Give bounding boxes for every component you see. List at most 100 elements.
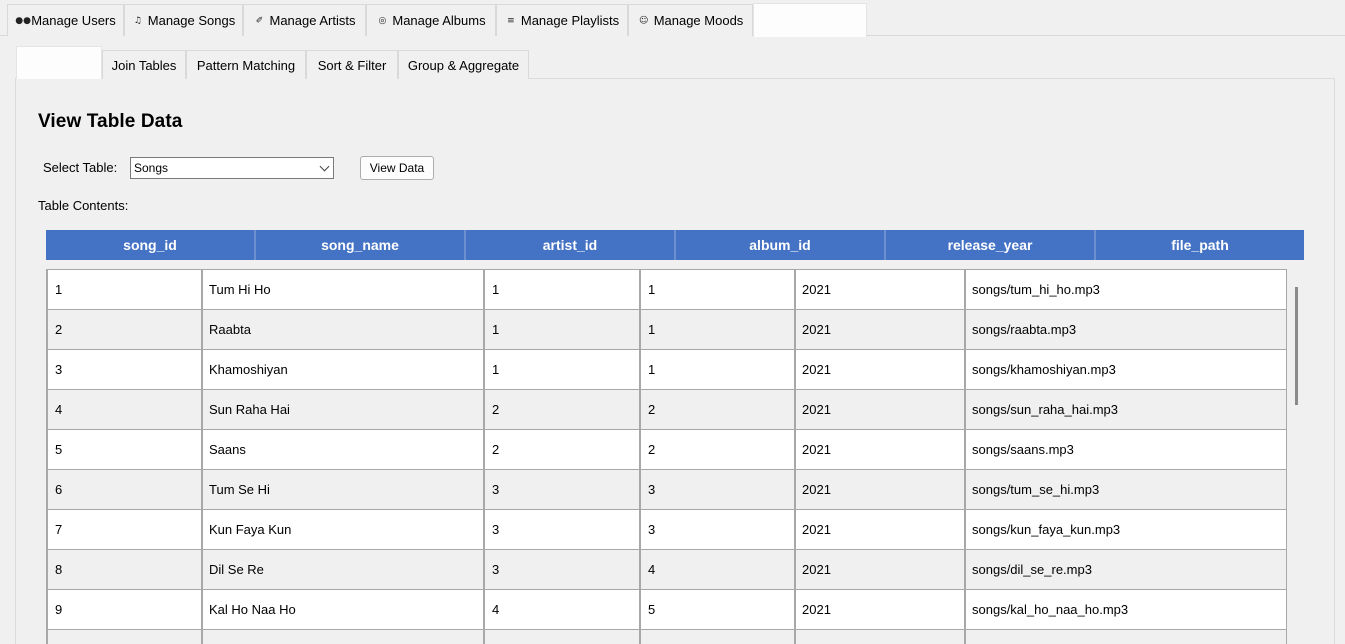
table-cell-song-name[interactable]	[201, 629, 483, 644]
tab-join-tables[interactable]: Join Tables	[102, 50, 186, 79]
table-cell-song-name[interactable]: Tum Se Hi	[201, 469, 483, 509]
table-cell-file-path[interactable]: songs/kun_faya_kun.mp3	[964, 509, 1287, 549]
table-cell-release-year[interactable]: 2021	[794, 309, 964, 349]
table-cell-song-name[interactable]: Tum Hi Ho	[201, 269, 483, 309]
table-cell-artist-id[interactable]: 3	[483, 549, 639, 589]
table-row[interactable]: 4 Sun Raha Hai 2 2 2021 songs/sun_raha_hai.mp…	[46, 389, 1287, 429]
table-row[interactable]: 9 Kal Ho Naa Ho 4 5 2021 songs/kal_ho_naa_ho.…	[46, 589, 1287, 629]
table-cell-file-path[interactable]: songs/dil_se_re.mp3	[964, 549, 1287, 589]
tab-view-table[interactable]: View Table	[16, 46, 102, 79]
table-cell-album-id[interactable]: 4	[639, 549, 794, 589]
table-cell-release-year[interactable]: 2021	[794, 389, 964, 429]
column-header-artist-id[interactable]: artist_id	[466, 230, 676, 260]
view-data-button[interactable]: View Data	[360, 156, 434, 180]
table-row[interactable]: 5 Saans 2 2 2021 songs/saans.mp3	[46, 429, 1287, 469]
table-cell-release-year[interactable]: 2021	[794, 469, 964, 509]
table-cell-song-id[interactable]: 7	[46, 509, 201, 549]
table-cell-artist-id[interactable]: 1	[483, 309, 639, 349]
table-cell-file-path[interactable]: songs/tum_se_hi.mp3	[964, 469, 1287, 509]
table-cell-song-name[interactable]: Saans	[201, 429, 483, 469]
column-header-album-id[interactable]: album_id	[676, 230, 886, 260]
tab-manage-playlists[interactable]: ≡ Manage Playlists	[496, 4, 628, 36]
tab-manage-songs[interactable]: ♫ Manage Songs	[124, 4, 243, 36]
table-cell-song-name[interactable]: Kun Faya Kun	[201, 509, 483, 549]
table-select-dropdown[interactable]: Songs	[130, 157, 334, 179]
tab-group-aggregate[interactable]: Group & Aggregate	[398, 50, 529, 79]
table-cell-song-id[interactable]: 2	[46, 309, 201, 349]
table-cell-release-year[interactable]: 2021	[794, 349, 964, 389]
table-row[interactable]: 3 Khamoshiyan 1 1 2021 songs/khamoshiyan.mp3	[46, 349, 1287, 389]
table-row[interactable]: 7 Kun Faya Kun 3 3 2021 songs/kun_faya_kun.mp…	[46, 509, 1287, 549]
tab-label: Data Explorer	[778, 13, 858, 28]
tab-label: Manage Playlists	[520, 13, 620, 28]
table-cell-album-id[interactable]: 5	[639, 589, 794, 629]
table-cell-file-path[interactable]: songs/khamoshiyan.mp3	[964, 349, 1287, 389]
tab-pattern-matching[interactable]: Pattern Matching	[186, 50, 306, 79]
column-header-file-path[interactable]: file_path	[1096, 230, 1304, 260]
table-row[interactable]: 2 Raabta 1 1 2021 songs/raabta.mp3	[46, 309, 1287, 349]
table-row[interactable]	[46, 629, 1287, 644]
table-cell-file-path[interactable]: songs/raabta.mp3	[964, 309, 1287, 349]
tab-manage-albums[interactable]: ◎ Manage Albums	[366, 4, 496, 36]
table-cell-album-id[interactable]: 2	[639, 429, 794, 469]
table-cell-release-year[interactable]: 2021	[794, 269, 964, 309]
table-cell-song-name[interactable]: Kal Ho Naa Ho	[201, 589, 483, 629]
table-cell-artist-id[interactable]: 4	[483, 589, 639, 629]
table-row[interactable]: 8 Dil Se Re 3 4 2021 songs/dil_se_re.mp3	[46, 549, 1287, 589]
table-cell-album-id[interactable]: 1	[639, 349, 794, 389]
table-cell-file-path[interactable]	[964, 629, 1287, 644]
table-cell-song-id[interactable]: 9	[46, 589, 201, 629]
column-header-song-name[interactable]: song_name	[256, 230, 466, 260]
table-cell-artist-id[interactable]: 2	[483, 429, 639, 469]
search-icon: ●	[764, 15, 773, 26]
table-cell-song-id[interactable]: 1	[46, 269, 201, 309]
table-cell-album-id[interactable]: 1	[639, 309, 794, 349]
table-cell-release-year[interactable]: 2021	[794, 589, 964, 629]
table-cell-song-name[interactable]: Dil Se Re	[201, 549, 483, 589]
selected-table-value: Songs	[134, 161, 169, 175]
table-row[interactable]: 6 Tum Se Hi 3 3 2021 songs/tum_se_hi.mp3	[46, 469, 1287, 509]
table-cell-artist-id[interactable]: 3	[483, 469, 639, 509]
tab-manage-users[interactable]: ●● Manage Users	[7, 4, 124, 36]
table-cell-song-id[interactable]: 3	[46, 349, 201, 389]
table-cell-song-id[interactable]: 4	[46, 389, 201, 429]
table-cell-artist-id[interactable]: 3	[483, 509, 639, 549]
column-header-song-id[interactable]: song_id	[46, 230, 256, 260]
table-cell-album-id[interactable]	[639, 629, 794, 644]
chevron-down-icon[interactable]	[319, 161, 330, 172]
table-scrollbar[interactable]	[1295, 287, 1298, 405]
tab-manage-artists[interactable]: ✐ Manage Artists	[243, 4, 366, 36]
table-cell-song-name[interactable]: Raabta	[201, 309, 483, 349]
table-cell-album-id[interactable]: 1	[639, 269, 794, 309]
column-header-release-year[interactable]: release_year	[886, 230, 1096, 260]
table-body: 1 Tum Hi Ho 1 1 2021 songs/tum_hi_ho.mp3 2 Raab…	[46, 269, 1287, 644]
tab-sort-filter[interactable]: Sort & Filter	[306, 50, 398, 79]
table-cell-artist-id[interactable]: 1	[483, 269, 639, 309]
table-cell-file-path[interactable]: songs/kal_ho_naa_ho.mp3	[964, 589, 1287, 629]
table-cell-artist-id[interactable]	[483, 629, 639, 644]
tab-data-explorer[interactable]: ● Data Explorer	[753, 3, 867, 37]
table-cell-file-path[interactable]: songs/saans.mp3	[964, 429, 1287, 469]
table-cell-song-name[interactable]: Sun Raha Hai	[201, 389, 483, 429]
table-cell-release-year[interactable]: 2021	[794, 509, 964, 549]
users-icon: ●●	[15, 15, 31, 26]
table-cell-song-name[interactable]: Khamoshiyan	[201, 349, 483, 389]
table-cell-artist-id[interactable]: 1	[483, 349, 639, 389]
table-cell-album-id[interactable]: 3	[639, 509, 794, 549]
table-cell-song-id[interactable]: 5	[46, 429, 201, 469]
table-cell-release-year[interactable]	[794, 629, 964, 644]
table-cell-album-id[interactable]: 2	[639, 389, 794, 429]
table-cell-file-path[interactable]: songs/sun_raha_hai.mp3	[964, 389, 1287, 429]
table-cell-artist-id[interactable]: 2	[483, 389, 639, 429]
table-cell-song-id[interactable]	[46, 629, 201, 644]
disc-icon: ◎	[378, 15, 387, 26]
table-cell-song-id[interactable]: 6	[46, 469, 201, 509]
tab-label: Manage Users	[31, 13, 116, 28]
table-cell-release-year[interactable]: 2021	[794, 549, 964, 589]
table-cell-file-path[interactable]: songs/tum_hi_ho.mp3	[964, 269, 1287, 309]
table-cell-release-year[interactable]: 2021	[794, 429, 964, 469]
table-row[interactable]: 1 Tum Hi Ho 1 1 2021 songs/tum_hi_ho.mp3	[46, 269, 1287, 309]
table-cell-album-id[interactable]: 3	[639, 469, 794, 509]
table-cell-song-id[interactable]: 8	[46, 549, 201, 589]
tab-manage-moods[interactable]: ☺ Manage Moods	[628, 4, 753, 36]
